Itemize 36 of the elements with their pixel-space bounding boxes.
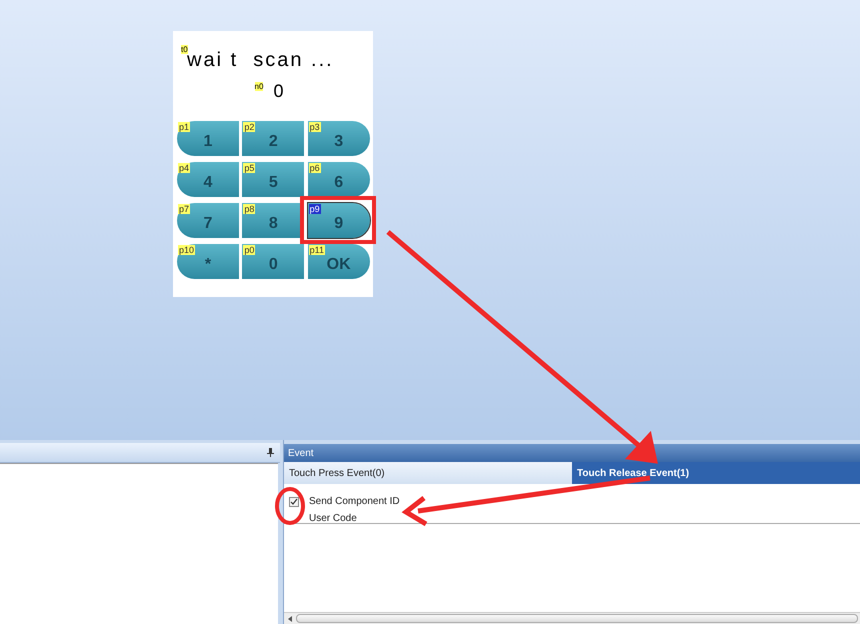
scroll-left-icon[interactable] bbox=[288, 616, 292, 622]
checkbox[interactable] bbox=[289, 496, 299, 506]
key-tag: p3 bbox=[308, 122, 321, 132]
user-code-label: User Code bbox=[308, 512, 358, 526]
checkbox-label: Send Component ID bbox=[309, 495, 400, 509]
key-tag: p7 bbox=[178, 204, 190, 214]
key-tag: p4 bbox=[178, 163, 190, 173]
panel-title: Event bbox=[288, 446, 314, 460]
key-tag: p11 bbox=[308, 245, 326, 255]
keypad-key[interactable]: p11 OK bbox=[308, 244, 370, 279]
key-tag: p10 bbox=[178, 245, 196, 255]
key-tag: p2 bbox=[243, 122, 256, 132]
keypad-key[interactable]: p6 6 bbox=[308, 162, 370, 197]
keypad-key[interactable]: p5 5 bbox=[242, 162, 304, 197]
component-tag: t0 bbox=[181, 45, 188, 54]
keypad-key[interactable]: p1 1 bbox=[177, 121, 239, 156]
keypad-key[interactable]: p0 0 bbox=[242, 244, 304, 279]
keypad-key[interactable]: p9 9 bbox=[308, 203, 370, 238]
key-tag: p9 bbox=[308, 204, 321, 214]
key-tag: p6 bbox=[308, 163, 321, 173]
key-tag: p0 bbox=[243, 245, 256, 255]
keypad-key[interactable]: p3 3 bbox=[308, 121, 370, 156]
key-tag: p1 bbox=[178, 122, 190, 132]
number-value: 0 bbox=[273, 80, 284, 102]
event-tab[interactable]: Touch Press Event(0) bbox=[284, 462, 572, 484]
status-text: wai t scan ... bbox=[187, 49, 334, 71]
horizontal-scrollbar[interactable] bbox=[284, 612, 860, 624]
key-tag: p5 bbox=[243, 163, 256, 173]
pin-icon[interactable] bbox=[267, 448, 274, 457]
keypad-key[interactable]: p4 4 bbox=[177, 162, 239, 197]
highlight-circle bbox=[275, 487, 305, 525]
keypad-key[interactable]: p2 2 bbox=[242, 121, 304, 156]
key-tag: p8 bbox=[243, 204, 256, 214]
event-tab[interactable]: Touch Release Event(1) bbox=[572, 462, 860, 484]
keypad-key[interactable]: p7 7 bbox=[177, 203, 239, 238]
keypad-key[interactable]: p10 * bbox=[177, 244, 239, 279]
